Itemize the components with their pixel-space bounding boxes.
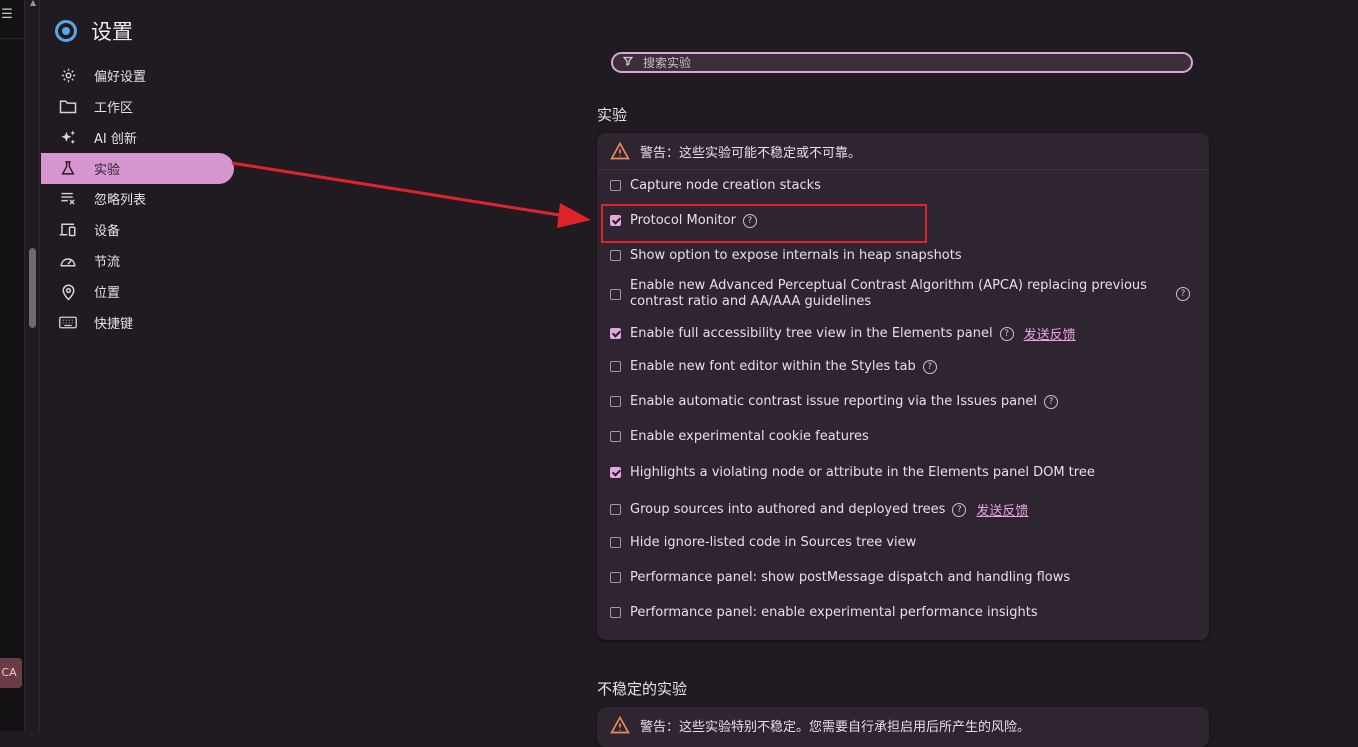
- send-feedback-link[interactable]: 发送反馈: [976, 500, 1028, 519]
- section-title-experiments: 实验: [597, 106, 628, 124]
- avatar-badge[interactable]: CA: [0, 658, 22, 688]
- sidebar-item-label: 设备: [94, 224, 121, 239]
- scroll-up-icon[interactable]: ▲: [30, 0, 36, 7]
- experiment-checkbox[interactable]: [610, 607, 621, 618]
- sidebar-item-label: 工作区: [94, 101, 134, 116]
- warning-banner: 警告：这些实验特别不稳定。您需要自行承担启用后所产生的风险。: [597, 707, 1209, 743]
- devices-icon: [58, 220, 78, 240]
- experiment-label-line2: contrast ratio and AA/AAA guidelines: [630, 294, 872, 309]
- experiment-row[interactable]: Show option to expose internals in heap …: [610, 248, 962, 263]
- warning-banner: 警告：这些实验可能不稳定或不可靠。: [597, 133, 1209, 170]
- ignore-list-icon: [58, 189, 78, 209]
- sidebar-item-shortcuts[interactable]: 快捷键: [41, 307, 234, 338]
- menu-icon[interactable]: ☰: [0, 2, 14, 28]
- experiment-checkbox[interactable]: [610, 396, 621, 407]
- experiment-row[interactable]: Enable full accessibility tree view in t…: [610, 324, 1076, 343]
- help-icon[interactable]: ?: [1176, 287, 1190, 301]
- experiment-label: Hide ignore-listed code in Sources tree …: [630, 535, 917, 550]
- experiment-label: Enable automatic contrast issue reportin…: [630, 394, 1037, 409]
- sidebar-item-label: 位置: [94, 286, 121, 301]
- warning-icon: [610, 715, 630, 734]
- left-panel-strip: ☰ CA: [0, 0, 25, 731]
- sparkle-icon: [58, 128, 78, 148]
- help-icon[interactable]: ?: [922, 359, 937, 374]
- sidebar-item-devices[interactable]: 设备: [41, 214, 234, 245]
- experiment-label: Enable new Advanced Perceptual Contrast …: [630, 278, 1147, 293]
- sidebar-item-ignore-list[interactable]: 忽略列表: [41, 183, 234, 214]
- search-input[interactable]: [637, 54, 1191, 71]
- gear-icon: [58, 66, 78, 86]
- sidebar-item-throttling[interactable]: 节流: [41, 245, 234, 276]
- folder-icon: [58, 97, 78, 117]
- experiment-label-block: Enable new Advanced Perceptual Contrast …: [630, 278, 1166, 310]
- flask-icon: [58, 159, 78, 179]
- chrome-logo-icon: [55, 20, 77, 42]
- experiment-label: Enable full accessibility tree view in t…: [630, 326, 993, 341]
- send-feedback-link[interactable]: 发送反馈: [1024, 324, 1076, 343]
- experiment-label: Enable new font editor within the Styles…: [630, 359, 916, 374]
- experiment-checkbox[interactable]: [610, 431, 621, 442]
- warning-text: 警告：这些实验可能不稳定或不可靠。: [640, 145, 862, 161]
- experiment-label: Performance panel: show postMessage disp…: [630, 570, 1071, 585]
- speedometer-icon: [58, 251, 78, 271]
- experiment-row[interactable]: Hide ignore-listed code in Sources tree …: [610, 535, 916, 550]
- experiment-label: Performance panel: enable experimental p…: [630, 605, 1038, 620]
- experiment-checkbox[interactable]: [610, 328, 621, 339]
- location-pin-icon: [58, 282, 78, 302]
- divider: [0, 38, 24, 39]
- experiment-row[interactable]: Enable new font editor within the Styles…: [610, 359, 937, 374]
- sidebar-item-label: 实验: [94, 163, 121, 178]
- experiment-row[interactable]: Enable automatic contrast issue reportin…: [610, 394, 1058, 409]
- warning-icon: [610, 141, 630, 160]
- sidebar-item-preferences[interactable]: 偏好设置: [41, 60, 234, 91]
- experiment-row[interactable]: Enable experimental cookie features: [610, 429, 869, 444]
- experiment-row[interactable]: Performance panel: enable experimental p…: [610, 605, 1038, 620]
- experiments-panel: 实验 警告：这些实验可能不稳定或不可靠。 Capture node creati…: [242, 0, 1358, 747]
- page-title: 设置: [91, 20, 133, 44]
- help-icon[interactable]: ?: [999, 326, 1014, 341]
- experiment-row[interactable]: Capture node creation stacks: [610, 178, 821, 193]
- experiment-label: Enable experimental cookie features: [630, 429, 869, 444]
- experiment-label: Highlights a violating node or attribute…: [630, 465, 1095, 480]
- experiment-search-box[interactable]: [611, 52, 1193, 73]
- sidebar-item-workspace[interactable]: 工作区: [41, 91, 234, 122]
- sidebar-item-label: 节流: [94, 255, 121, 270]
- experiment-row[interactable]: Performance panel: show postMessage disp…: [610, 570, 1070, 585]
- warning-text: 警告：这些实验特别不稳定。您需要自行承担启用后所产生的风险。: [640, 719, 1031, 735]
- experiment-checkbox[interactable]: [610, 467, 621, 478]
- experiment-row[interactable]: Enable new Advanced Perceptual Contrast …: [610, 278, 1190, 310]
- sidebar-item-label: 快捷键: [94, 317, 134, 332]
- annotation-highlight-box: [601, 204, 927, 243]
- keyboard-icon: [58, 313, 78, 333]
- sidebar-item-ai-innovations[interactable]: AI 创新: [41, 122, 234, 153]
- experiment-checkbox[interactable]: [610, 180, 621, 191]
- sidebar-item-label: 忽略列表: [94, 193, 147, 208]
- settings-header: 设置: [55, 15, 133, 47]
- experiment-label: Group sources into authored and deployed…: [630, 502, 946, 517]
- experiment-checkbox[interactable]: [610, 537, 621, 548]
- experiment-row[interactable]: Group sources into authored and deployed…: [610, 500, 1028, 519]
- experiment-label: Show option to expose internals in heap …: [630, 248, 962, 263]
- experiment-checkbox[interactable]: [610, 288, 621, 300]
- sidebar-item-experiments[interactable]: 实验: [41, 153, 234, 184]
- sidebar-item-locations[interactable]: 位置: [41, 276, 234, 307]
- experiment-checkbox[interactable]: [610, 504, 621, 515]
- filter-icon: [622, 56, 637, 69]
- scrollbar-track[interactable]: [27, 0, 40, 731]
- experiment-checkbox[interactable]: [610, 250, 621, 261]
- scrollbar-thumb[interactable]: [29, 248, 36, 328]
- unstable-experiments-card: 警告：这些实验特别不稳定。您需要自行承担启用后所产生的风险。: [597, 707, 1209, 747]
- help-icon[interactable]: ?: [1043, 394, 1058, 409]
- help-icon[interactable]: ?: [952, 502, 967, 517]
- experiment-checkbox[interactable]: [610, 572, 621, 583]
- sidebar-item-label: 偏好设置: [94, 70, 147, 85]
- settings-sidebar: 设置 偏好设置 工作区 AI 创新 实验 忽略列表 设备 节流 位置 快捷键: [41, 0, 241, 731]
- section-title-unstable: 不稳定的实验: [597, 680, 688, 698]
- sidebar-item-label: AI 创新: [94, 132, 137, 147]
- experiment-label: Capture node creation stacks: [630, 178, 821, 193]
- experiment-checkbox[interactable]: [610, 361, 621, 372]
- experiment-row[interactable]: Highlights a violating node or attribute…: [610, 465, 1095, 480]
